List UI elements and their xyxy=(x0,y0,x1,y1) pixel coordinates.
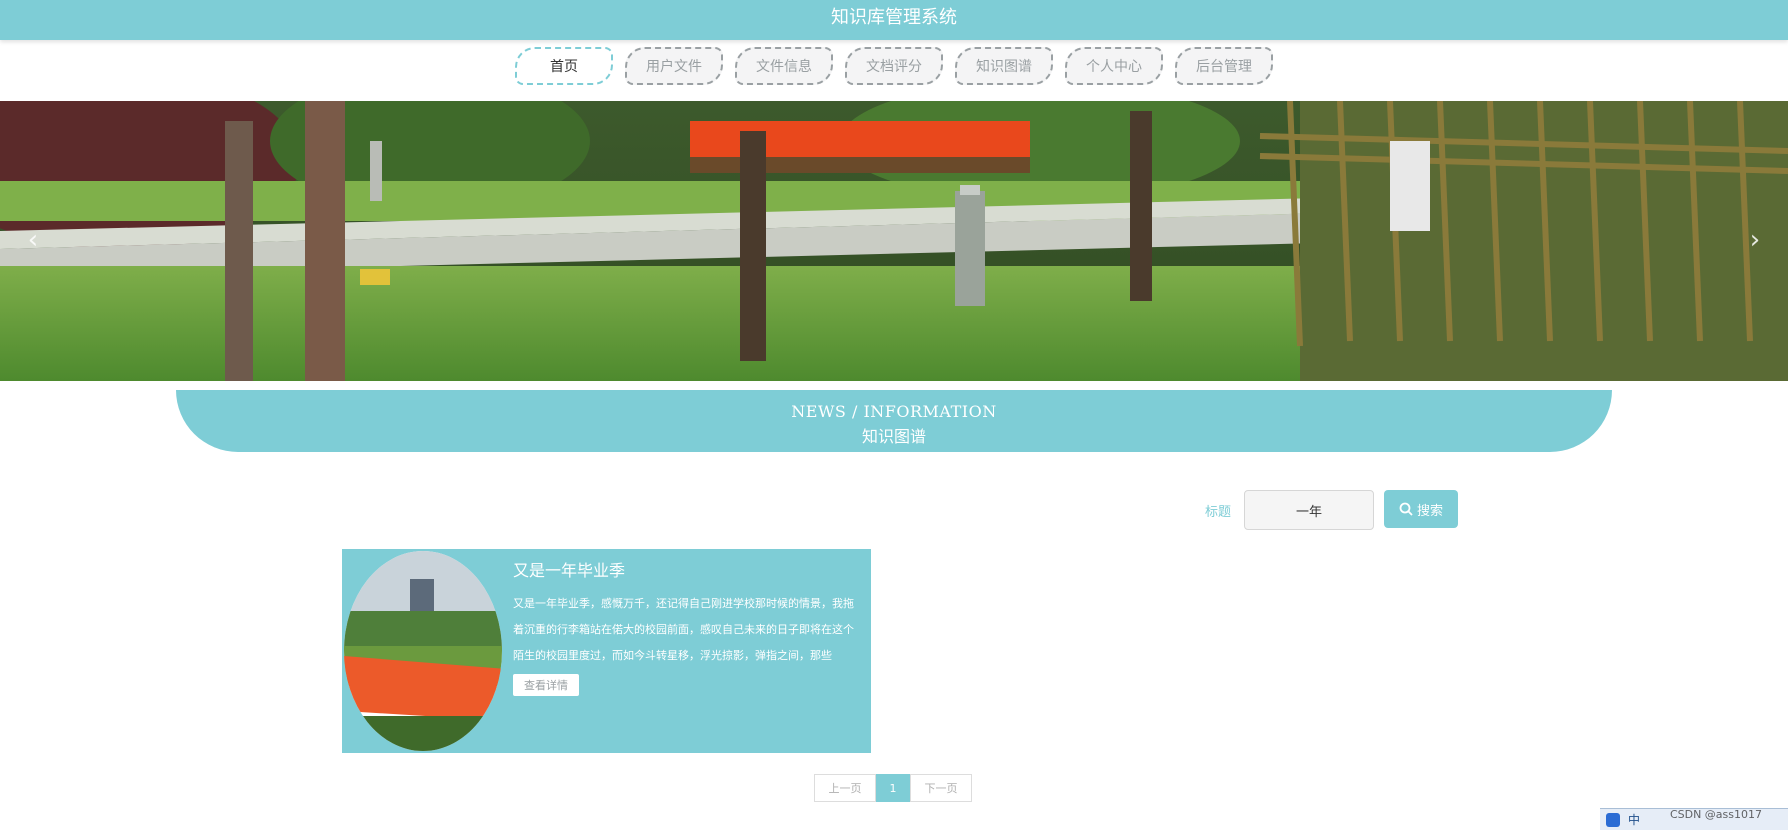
main-nav: 首页 用户文件 文件信息 文档评分 知识图谱 个人中心 后台管理 xyxy=(0,47,1788,93)
nav-item-doc-rating[interactable]: 文档评分 xyxy=(845,47,943,85)
search-button[interactable]: 搜索 xyxy=(1384,490,1458,528)
nav-item-user-files[interactable]: 用户文件 xyxy=(625,47,723,85)
news-card[interactable]: 又是一年毕业季 又是一年毕业季，感慨万千，还记得自己刚进学校那时候的情景，我拖着… xyxy=(342,549,871,753)
ime-logo-icon[interactable] xyxy=(1606,812,1620,827)
news-card-summary: 又是一年毕业季，感慨万千，还记得自己刚进学校那时候的情景，我拖着沉重的行李箱站在… xyxy=(513,597,854,662)
nav-item-home[interactable]: 首页 xyxy=(515,47,613,85)
carousel-prev-button[interactable]: ‹ xyxy=(18,220,48,260)
view-details-button[interactable]: 查看详情 xyxy=(513,674,579,696)
search-label: 标题 xyxy=(1205,505,1232,520)
carousel-next-button[interactable]: › xyxy=(1740,220,1770,260)
app-title: 知识库管理系统 xyxy=(831,7,957,28)
app-header: 知识库管理系统 xyxy=(0,0,1788,40)
page-number-button[interactable]: 1 xyxy=(876,774,910,802)
prev-page-button[interactable]: 上一页 xyxy=(814,774,876,802)
nav-item-admin[interactable]: 后台管理 xyxy=(1175,47,1273,85)
news-card-image xyxy=(342,549,504,753)
news-card-title[interactable]: 又是一年毕业季 xyxy=(513,557,625,581)
section-title-cn: 知识图谱 xyxy=(861,427,926,446)
search-input[interactable] xyxy=(1244,490,1374,530)
next-page-button[interactable]: 下一页 xyxy=(910,774,972,802)
hero-banner-image xyxy=(0,101,1788,381)
chevron-right-icon: › xyxy=(1749,225,1761,255)
search-icon xyxy=(1399,502,1413,516)
nav-item-file-info[interactable]: 文件信息 xyxy=(735,47,833,85)
section-header: NEWS / INFORMATION 知识图谱 xyxy=(176,390,1612,452)
ime-mode-indicator[interactable]: 中 xyxy=(1628,811,1640,828)
chevron-left-icon: ‹ xyxy=(27,225,39,255)
search-button-label: 搜索 xyxy=(1416,503,1443,519)
nav-item-knowledge-graph[interactable]: 知识图谱 xyxy=(955,47,1053,85)
section-title-en: NEWS / INFORMATION xyxy=(791,402,997,421)
nav-item-personal-center[interactable]: 个人中心 xyxy=(1065,47,1163,85)
pagination: 上一页 1 下一页 xyxy=(814,774,972,802)
watermark: CSDN @ass1017 xyxy=(1669,808,1762,821)
